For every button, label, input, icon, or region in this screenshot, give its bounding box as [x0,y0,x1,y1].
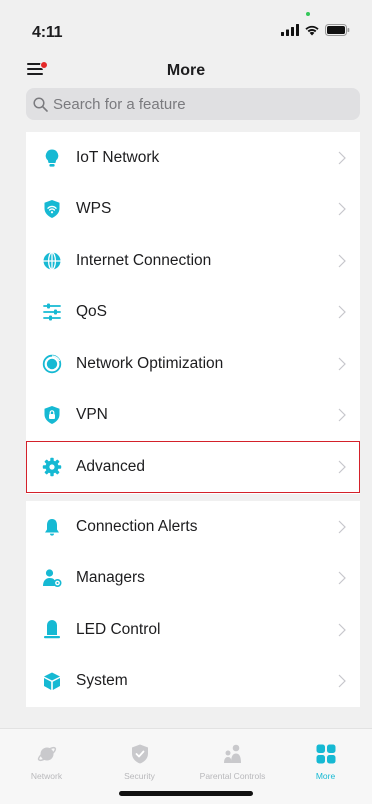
menu-item-advanced[interactable]: Advanced [26,441,360,493]
menu-item-label: System [76,672,128,690]
optimization-icon [42,354,62,373]
wifi-icon [305,25,319,36]
lightbulb-icon [45,149,59,167]
settings-card-primary: IoT Network WPS Internet Connection QoS … [26,132,360,494]
menu-item-label: IoT Network [76,148,160,166]
chevron-right-icon [338,151,346,165]
menu-item-internet-connection[interactable]: Internet Connection [26,235,360,287]
gear-icon [42,457,62,476]
menu-item-connection-alerts[interactable]: Connection Alerts [26,501,360,553]
nav-header: More [0,52,372,88]
menu-item-label: Connection Alerts [76,517,198,535]
menu-item-managers[interactable]: Managers [26,553,360,605]
chevron-right-icon [338,202,346,216]
chevron-right-icon [338,408,346,422]
menu-item-qos[interactable]: QoS [26,287,360,339]
security-shield-icon [131,744,148,764]
menu-item-label: Network Optimization [76,354,224,372]
tab-more[interactable]: More [279,743,372,781]
menu-item-wps[interactable]: WPS [26,184,360,236]
menu-item-label: Advanced [76,457,145,475]
parental-controls-icon [223,744,241,763]
chevron-right-icon [338,254,346,268]
network-planet-icon [37,746,56,762]
wps-shield-icon [44,200,60,219]
menu-item-label: VPN [76,406,108,424]
tab-label: Network [30,771,63,781]
status-bar: 4:11 [0,0,372,50]
chevron-right-icon [338,460,346,474]
cellular-signal-icon [281,24,299,36]
chevron-right-icon [338,623,346,637]
bell-icon [45,518,59,536]
chevron-right-icon [338,520,346,534]
menu-item-label: LED Control [76,620,161,638]
tab-network[interactable]: Network [0,743,93,781]
grid-icon [316,744,335,764]
menu-item-vpn[interactable]: VPN [26,390,360,442]
cube-icon [44,672,60,691]
tab-parental-controls[interactable]: Parental Controls [186,743,279,781]
sliders-icon [43,303,61,321]
menu-item-label: Internet Connection [76,251,212,269]
managers-icon [43,569,62,588]
menu-item-led-control[interactable]: LED Control [26,604,360,656]
globe-icon [43,251,61,270]
menu-item-iot-network[interactable]: IoT Network [26,132,360,184]
status-icons [281,24,350,36]
menu-item-network-optimization[interactable]: Network Optimization [26,338,360,390]
search-icon [33,96,48,112]
page-title: More [166,62,206,79]
menu-item-label: QoS [76,303,108,321]
settings-card-secondary: Connection Alerts Managers LED Control S… [26,501,360,707]
led-icon [44,619,60,638]
vpn-shield-icon [44,406,60,425]
tab-label: Security [124,771,155,781]
search-input[interactable] [53,95,343,113]
menu-item-system[interactable]: System [26,656,360,708]
home-indicator [119,791,253,796]
chevron-right-icon [338,357,346,371]
chevron-right-icon [338,674,346,688]
tab-label: More [315,771,336,781]
menu-item-label: Managers [76,569,145,587]
privacy-indicator-dot [306,12,310,16]
chevron-right-icon [338,305,346,319]
battery-icon [325,24,350,36]
tab-security[interactable]: Security [93,743,186,781]
status-time: 4:11 [32,24,63,41]
menu-item-label: WPS [76,200,112,218]
chevron-right-icon [338,571,346,585]
search-bar[interactable] [26,88,360,120]
tab-label: Parental Controls [199,771,266,781]
